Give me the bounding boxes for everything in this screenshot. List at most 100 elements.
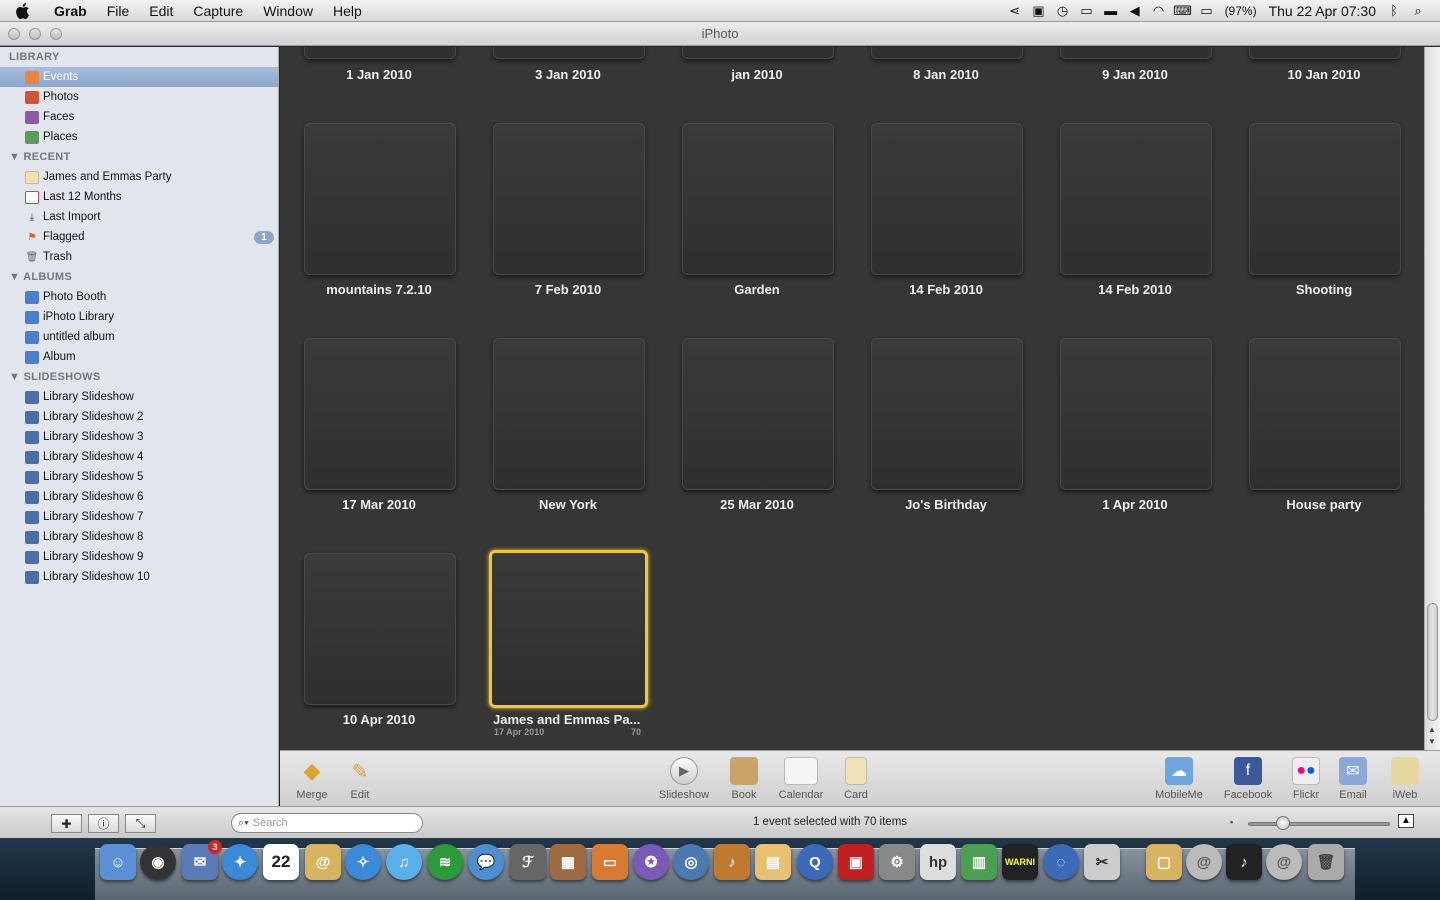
- sidebar-item-slideshow[interactable]: Library Slideshow 3: [0, 427, 278, 447]
- sidebar-item-slideshow[interactable]: Library Slideshow 6: [0, 487, 278, 507]
- sidebar-item-last-12-months[interactable]: Last 12 Months: [0, 187, 278, 207]
- event-tile[interactable]: [1060, 47, 1212, 59]
- close-window-button[interactable]: [8, 28, 20, 40]
- event-tile[interactable]: [682, 47, 834, 59]
- script-icon[interactable]: ℱ: [510, 844, 546, 880]
- zoom-slider-track[interactable]: [1248, 822, 1390, 826]
- scroll-up-arrow-icon[interactable]: ▲: [1428, 725, 1436, 734]
- event-title[interactable]: 17 Mar 2010: [284, 497, 474, 512]
- event-title[interactable]: 10 Jan 2010: [1229, 67, 1419, 82]
- safari-icon[interactable]: ✦: [222, 844, 258, 880]
- event-title[interactable]: Shooting: [1229, 282, 1419, 297]
- event-title[interactable]: 14 Feb 2010: [1040, 282, 1230, 297]
- event-tile[interactable]: [1249, 123, 1401, 275]
- selected-event-tile[interactable]: [489, 550, 648, 708]
- event-tile[interactable]: [304, 553, 456, 705]
- sidebar-item-album[interactable]: iPhoto Library: [0, 307, 278, 327]
- wifi-icon[interactable]: ◠: [1147, 0, 1171, 22]
- dashboard-icon[interactable]: ◉: [140, 844, 176, 880]
- numbers-icon[interactable]: ▥: [961, 844, 997, 880]
- facebook-button[interactable]: f Facebook: [1220, 757, 1276, 801]
- mobileme-button[interactable]: ☁ MobileMe: [1151, 757, 1207, 801]
- sidebar-item-slideshow[interactable]: Library Slideshow: [0, 387, 278, 407]
- volume-icon[interactable]: ◀: [1123, 0, 1147, 22]
- zoom-slider-knob[interactable]: [1276, 816, 1290, 830]
- iweb-button[interactable]: iWeb: [1377, 757, 1433, 801]
- keyboard-icon[interactable]: ⌨: [1171, 0, 1195, 22]
- sidebar-item-slideshow[interactable]: Library Slideshow 10: [0, 567, 278, 587]
- event-title[interactable]: 3 Jan 2010: [473, 67, 663, 82]
- card-button[interactable]: Card: [828, 757, 884, 801]
- event-tile[interactable]: [1249, 338, 1401, 490]
- event-title[interactable]: 1 Apr 2010: [1040, 497, 1230, 512]
- sidebar-item-events[interactable]: Events: [0, 67, 278, 87]
- minimize-window-button[interactable]: [29, 28, 41, 40]
- documents-icon[interactable]: @: [1266, 844, 1302, 880]
- preview-icon[interactable]: ▤: [755, 844, 791, 880]
- event-tile[interactable]: [871, 47, 1023, 59]
- menu-file[interactable]: File: [97, 0, 140, 22]
- event-title[interactable]: 14 Feb 2010: [851, 282, 1041, 297]
- dvd-icon[interactable]: ◎: [673, 844, 709, 880]
- sidebar-item-slideshow[interactable]: Library Slideshow 2: [0, 407, 278, 427]
- memory-icon[interactable]: ▭: [1075, 0, 1099, 22]
- iphoto-icon[interactable]: ▦: [550, 844, 586, 880]
- sidebar-item-trash[interactable]: 🗑 Trash: [0, 247, 278, 267]
- photo-booth-icon[interactable]: ▣: [838, 844, 874, 880]
- event-title[interactable]: 10 Apr 2010: [284, 712, 474, 727]
- sidebar-item-album[interactable]: Photo Booth: [0, 287, 278, 307]
- share-icon[interactable]: ⋖: [1003, 0, 1027, 22]
- email-button[interactable]: ✉ Email: [1325, 757, 1381, 801]
- event-title[interactable]: Jo's Birthday: [851, 497, 1041, 512]
- event-tile[interactable]: [493, 123, 645, 275]
- hp-utility-icon[interactable]: hp: [920, 844, 956, 880]
- sidebar-item-photos[interactable]: Photos: [0, 87, 278, 107]
- event-tile[interactable]: [304, 338, 456, 490]
- add-button[interactable]: ✚: [51, 814, 82, 833]
- ichat-icon[interactable]: 💬: [468, 844, 504, 880]
- system-preferences-icon[interactable]: ⚙: [879, 844, 915, 880]
- event-tile[interactable]: [493, 47, 645, 59]
- mail-icon[interactable]: ✉ 3: [182, 840, 222, 880]
- event-title[interactable]: 1 Jan 2010: [284, 67, 474, 82]
- sidebar-item-album[interactable]: Album: [0, 347, 278, 367]
- slideshow-button[interactable]: ▶ Slideshow: [656, 757, 712, 801]
- sidebar-item-slideshow[interactable]: Library Slideshow 5: [0, 467, 278, 487]
- applications-folder-icon[interactable]: ▢: [1146, 844, 1182, 880]
- event-title[interactable]: New York: [473, 497, 663, 512]
- slideshows-section-header[interactable]: ▼ SLIDESHOWS: [0, 367, 278, 387]
- event-tile[interactable]: [493, 338, 645, 490]
- sidebar-item-slideshow[interactable]: Library Slideshow 9: [0, 547, 278, 567]
- menu-app-grab[interactable]: Grab: [48, 0, 97, 22]
- event-title[interactable]: 8 Jan 2010: [851, 67, 1041, 82]
- menu-capture[interactable]: Capture: [183, 0, 253, 22]
- ical-icon[interactable]: 22: [263, 844, 299, 880]
- finder-icon[interactable]: ☺: [100, 844, 136, 880]
- event-tile[interactable]: [304, 47, 456, 59]
- sidebar-item-last-import[interactable]: ⤓ Last Import: [0, 207, 278, 227]
- selected-event-title[interactable]: James and Emmas Pa...: [493, 712, 645, 727]
- sidebar-item-places[interactable]: Places: [0, 127, 278, 147]
- spotify-icon[interactable]: ≋: [427, 844, 463, 880]
- appstore-icon[interactable]: ✧: [345, 844, 381, 880]
- event-title[interactable]: mountains 7.2.10: [284, 282, 474, 297]
- itunes-icon[interactable]: ♫: [386, 844, 422, 880]
- event-tile[interactable]: [1249, 47, 1401, 59]
- event-tile[interactable]: [871, 338, 1023, 490]
- book-button[interactable]: Book: [716, 757, 772, 801]
- downloads-icon[interactable]: @: [1186, 844, 1222, 880]
- trash-dock-icon[interactable]: 🗑: [1308, 844, 1344, 880]
- network-icon[interactable]: ◌: [1043, 844, 1079, 880]
- recent-section-header[interactable]: ▼ RECENT: [0, 147, 278, 167]
- event-title[interactable]: 25 Mar 2010: [662, 497, 852, 512]
- quicktime-icon[interactable]: Q: [797, 844, 833, 880]
- apple-menu-icon[interactable]: [0, 2, 48, 20]
- sidebar-item-flagged[interactable]: ⚑ Flagged 1: [0, 227, 278, 247]
- event-tile[interactable]: [1060, 338, 1212, 490]
- sidebar-item-slideshow[interactable]: Library Slideshow 7: [0, 507, 278, 527]
- menu-help[interactable]: Help: [323, 0, 372, 22]
- zoom-window-button[interactable]: [50, 28, 62, 40]
- event-tile[interactable]: [682, 338, 834, 490]
- sidebar-item-album[interactable]: untitled album: [0, 327, 278, 347]
- display-icon[interactable]: ▬: [1099, 0, 1123, 22]
